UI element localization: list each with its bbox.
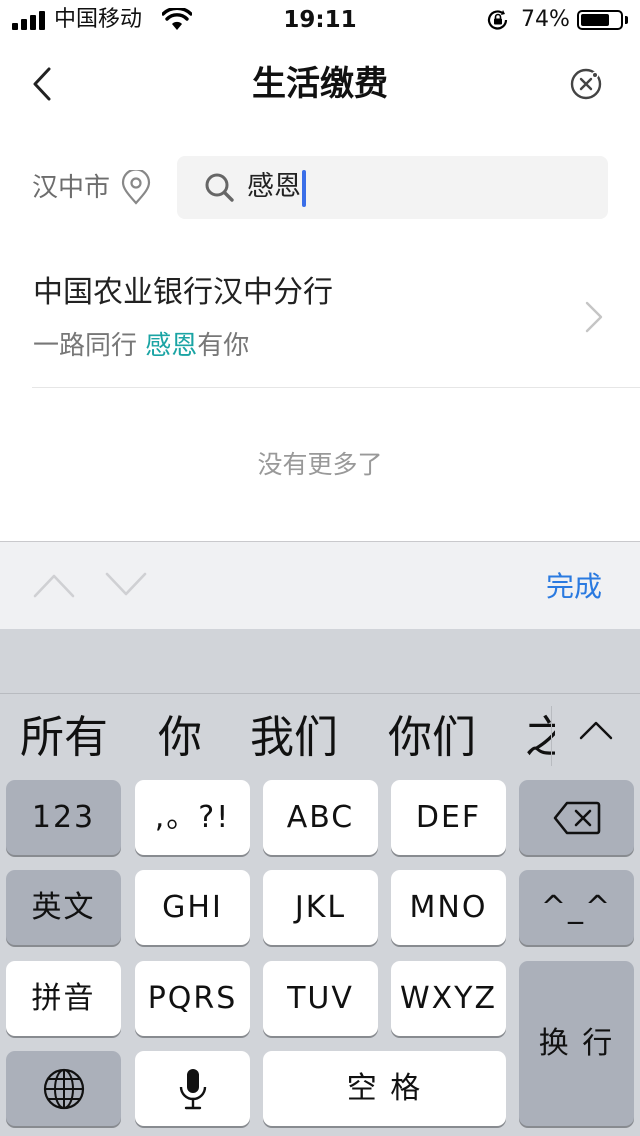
globe-key[interactable] <box>6 1051 121 1126</box>
battery-percent: 74% <box>521 7 570 32</box>
chevron-up-icon[interactable] <box>578 718 614 742</box>
key-tuv[interactable]: TUV <box>263 961 378 1036</box>
candidate-word[interactable]: 所有 <box>20 712 108 764</box>
backspace-icon <box>553 801 601 835</box>
key-abc[interactable]: ABC <box>263 780 378 855</box>
result-title[interactable]: 中国农业银行汉中分行 <box>33 272 333 314</box>
subtitle-suffix: 有你 <box>197 331 250 361</box>
city-selector[interactable]: 汉中市 <box>32 170 110 206</box>
candidate-word[interactable]: 你们 <box>388 712 476 764</box>
chevron-down-icon[interactable] <box>105 570 147 600</box>
search-input[interactable] <box>177 156 608 219</box>
magnifier-icon <box>205 173 234 202</box>
location-pin-icon[interactable] <box>120 170 152 206</box>
key-emoji[interactable]: ^_^ <box>519 870 634 945</box>
keyboard-accessory-bar <box>0 541 640 630</box>
return-key[interactable]: 换 行 <box>519 961 634 1126</box>
result-subtitle[interactable]: 一路同行 感恩有你 <box>33 328 249 364</box>
backspace-key[interactable] <box>519 780 634 855</box>
text-caret <box>302 170 306 207</box>
battery-level-fill <box>581 14 609 26</box>
chevron-right-icon[interactable] <box>582 300 606 334</box>
key-123[interactable]: 123 <box>6 780 121 855</box>
key-ghi[interactable]: GHI <box>135 870 250 945</box>
divider <box>32 387 640 388</box>
subtitle-prefix: 一路同行 <box>33 331 146 361</box>
battery-tip <box>625 16 628 24</box>
key-pinyin[interactable]: 拼音 <box>6 961 121 1036</box>
chevron-up-icon[interactable] <box>33 570 75 600</box>
rotation-lock-icon <box>487 10 508 30</box>
candidate-word[interactable]: 你 <box>158 712 202 764</box>
no-more-text: 没有更多了 <box>257 450 383 479</box>
candidate-word[interactable]: 我们 <box>250 712 338 764</box>
microphone-icon <box>179 1069 207 1110</box>
key-english[interactable]: 英文 <box>6 870 121 945</box>
keyboard-top-strip <box>0 629 640 694</box>
key-def[interactable]: DEF <box>391 780 506 855</box>
key-jkl[interactable]: JKL <box>263 870 378 945</box>
key-wxyz[interactable]: WXYZ <box>391 961 506 1036</box>
dictation-key[interactable] <box>135 1051 250 1126</box>
key-pqrs[interactable]: PQRS <box>135 961 250 1036</box>
globe-icon <box>43 1068 85 1110</box>
key-mno[interactable]: MNO <box>391 870 506 945</box>
space-key[interactable]: 空 格 <box>263 1051 506 1126</box>
candidate-separator <box>551 706 552 766</box>
key-punctuation[interactable]: ,。?! <box>135 780 250 855</box>
mini-program-close-icon[interactable] <box>568 66 604 102</box>
battery-icon <box>577 10 623 30</box>
search-query-text[interactable]: 感恩 <box>247 168 301 206</box>
page-title: 生活缴费 <box>252 64 388 104</box>
subtitle-match: 感恩 <box>145 331 198 361</box>
done-button[interactable]: 完成 <box>546 568 602 606</box>
